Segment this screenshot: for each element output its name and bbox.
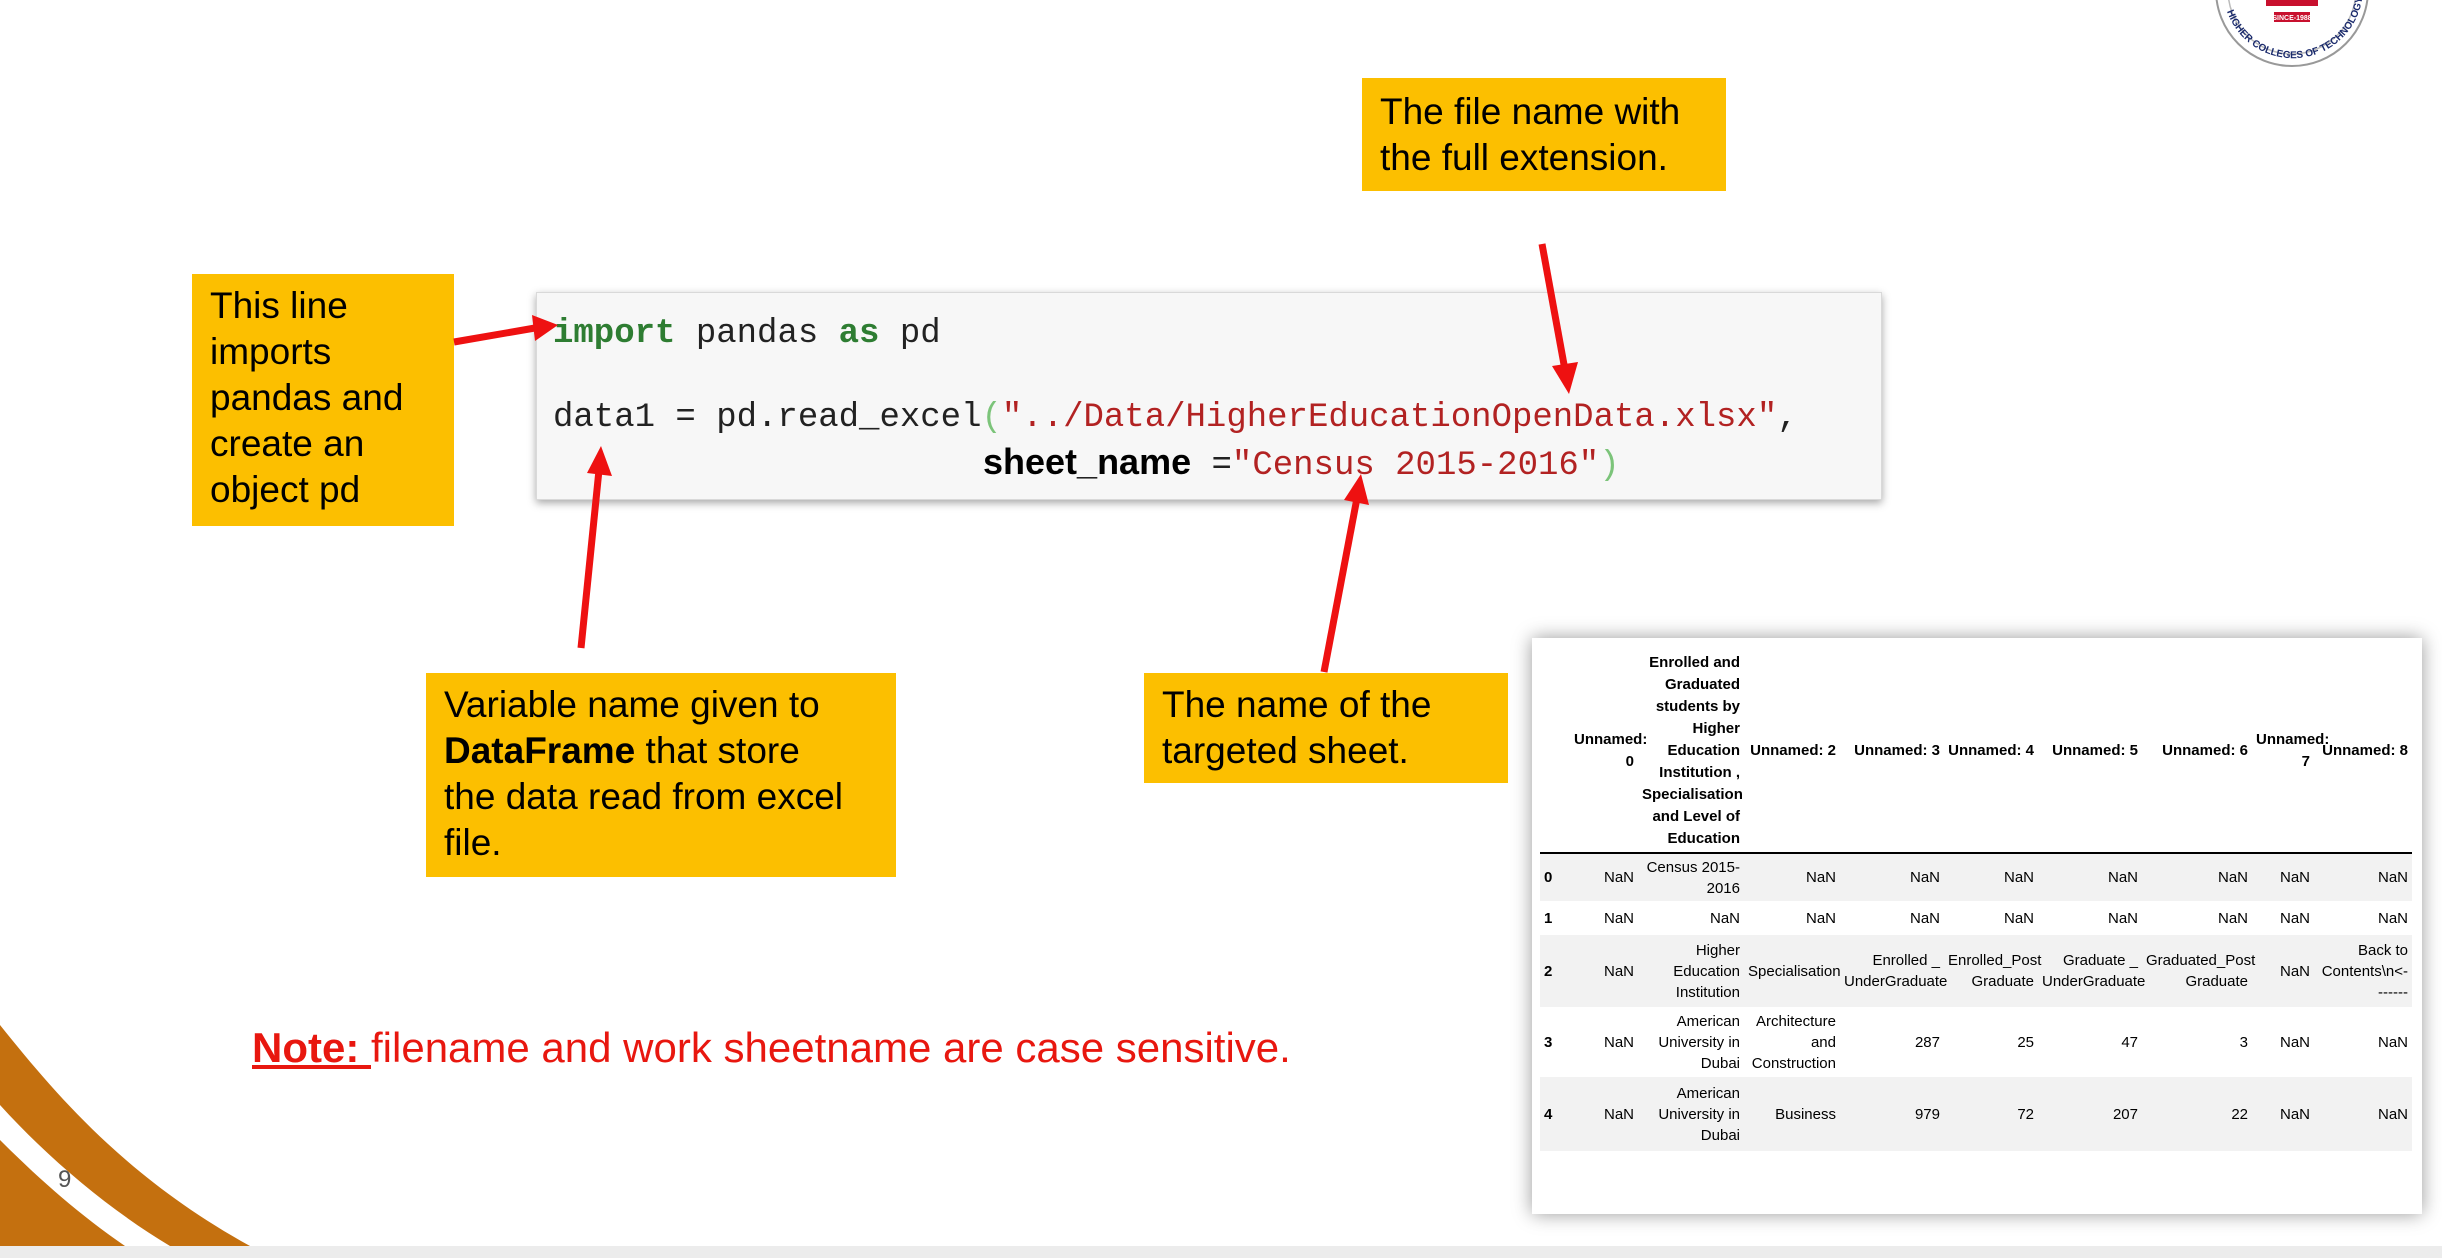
arrow-to-import — [453, 324, 536, 346]
table-cell: 47 — [2121, 1033, 2138, 1051]
table-cell: 207 — [2112, 1105, 2138, 1123]
table-cell: American University in Dubai — [1658, 1084, 1740, 1144]
case-sensitivity-note: Note: filename and work sheetname are ca… — [252, 1024, 1291, 1071]
table-body: 0 NaN Census 2015-2016 NaN NaN NaN NaN NaN NaN Na… — [1540, 853, 2412, 1151]
table-cell: NaN — [1805, 869, 1836, 886]
table-cell: NaN — [2377, 1105, 2408, 1123]
table-cell: NaN — [2003, 869, 2034, 886]
header-cell: Unnamed: 0 — [1570, 650, 1647, 854]
table-cell: NaN — [2107, 869, 2138, 886]
header-cell: Unnamed: 5 — [2038, 650, 2142, 854]
row-index-cell: 4 — [1544, 1105, 1553, 1123]
arrow-to-data1 — [577, 469, 603, 649]
table-cell: NaN — [1603, 1033, 1634, 1051]
table-cell: NaN — [1805, 909, 1836, 927]
table-cell: NaN — [1603, 909, 1634, 927]
table-row: 1 NaN NaN NaN NaN NaN NaN NaN NaN NaN — [1540, 901, 2412, 935]
table-cell: NaN — [2279, 1105, 2310, 1123]
slide: 9 SINCE-1988 HIGHER COLLEGES OF TECHNOLO… — [0, 0, 2442, 1246]
dataframe-output: Unnamed: 0 Enrolled and Graduated studen… — [1532, 638, 2422, 1214]
table-cell: Enrolled_Post Graduate — [1948, 952, 2042, 990]
table-cell: Architecture and Construction — [1751, 1012, 1836, 1072]
table-cell: 287 — [1914, 1033, 1940, 1051]
table-cell: 979 — [1914, 1105, 1940, 1123]
table-cell: NaN — [2003, 909, 2034, 927]
table-row: 3 NaN American University in Dubai Architec… — [1540, 1007, 2412, 1077]
table-cell: NaN — [1709, 909, 1740, 927]
table-cell: NaN — [2217, 869, 2248, 886]
header-cell — [1540, 650, 1570, 854]
table-cell: NaN — [2377, 909, 2408, 927]
table-cell: Enrolled _ UnderGraduate — [1844, 952, 1948, 990]
row-index-cell: 1 — [1544, 909, 1553, 927]
table-cell: NaN — [2377, 869, 2408, 886]
table-cell: Graduate _ UnderGraduate — [2042, 952, 2146, 990]
table-cell: NaN — [2279, 962, 2310, 980]
row-index-cell: 0 — [1544, 869, 1553, 886]
table-row: 4 NaN American University in Dubai Business… — [1540, 1077, 2412, 1151]
table-row: 2 NaN Higher Education Institution Speciali… — [1540, 935, 2412, 1007]
table-cell: 72 — [2017, 1105, 2034, 1123]
table-header-row: Unnamed: 0 Enrolled and Graduated studen… — [1540, 650, 2412, 854]
table-cell: NaN — [2279, 869, 2310, 886]
header-cell: Unnamed: 7 — [2252, 650, 2329, 854]
table-cell: NaN — [1603, 869, 1634, 886]
table-cell: Graduated_Post Graduate — [2146, 952, 2256, 990]
table-cell: NaN — [1909, 909, 1940, 927]
table-cell: NaN — [2279, 909, 2310, 927]
table-cell: NaN — [2377, 1033, 2408, 1051]
table-cell: NaN — [2107, 909, 2138, 927]
table-cell: NaN — [1603, 962, 1634, 980]
row-index-cell: 3 — [1544, 1033, 1553, 1051]
table-cell: Census 2015-2016 — [1646, 858, 1740, 897]
table-cell: 3 — [2239, 1033, 2248, 1051]
arrow-to-sheetname — [1320, 497, 1361, 673]
table-row: 0 NaN Census 2015-2016 NaN NaN NaN NaN NaN NaN Na… — [1540, 853, 2412, 901]
header-cell: Unnamed: 8 — [2314, 650, 2412, 854]
table-cell: NaN — [2279, 1033, 2310, 1051]
table-cell: 22 — [2231, 1105, 2248, 1123]
table-cell: 25 — [2017, 1033, 2034, 1051]
header-cell: Enrolled and Graduated students by Highe… — [1638, 650, 1744, 854]
table-cell: NaN — [2217, 909, 2248, 927]
table-cell: Business — [1775, 1105, 1836, 1123]
table-cell: American University in Dubai — [1658, 1012, 1740, 1072]
table-cell: Specialisation — [1748, 962, 1841, 980]
row-index-cell: 2 — [1544, 962, 1553, 980]
table-cell: NaN — [1603, 1105, 1634, 1123]
table-cell: Higher Education Institution — [1673, 941, 1740, 1001]
table-cell: NaN — [1909, 869, 1940, 886]
header-cell: Unnamed: 6 — [2142, 650, 2252, 854]
table-cell: Back to Contents\n<------- — [2321, 941, 2408, 1001]
header-cell: Unnamed: 4 — [1944, 650, 2038, 854]
arrow-to-filename — [1538, 243, 1569, 371]
header-cell: Unnamed: 2 — [1744, 650, 1840, 854]
header-cell: Unnamed: 3 — [1840, 650, 1944, 854]
dataframe-table: Unnamed: 0 Enrolled and Graduated studen… — [1540, 650, 2412, 1151]
